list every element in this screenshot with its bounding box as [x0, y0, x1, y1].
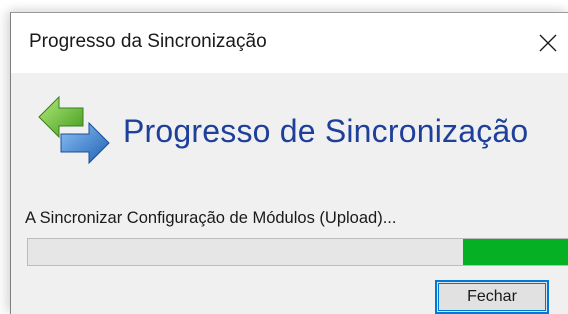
window-title: Progresso da Sincronização — [29, 31, 267, 52]
sync-arrows-icon — [38, 95, 110, 165]
status-message: A Sincronizar Configuração de Módulos (U… — [25, 209, 397, 227]
close-button-label: Fechar — [467, 288, 517, 305]
header-title: Progresso de Sincronização — [123, 113, 529, 149]
title-bar: Progresso da Sincronização — [11, 13, 568, 73]
window-close-button[interactable] — [527, 23, 568, 63]
sync-progress-dialog: Progresso da Sincronização Progresso de … — [10, 12, 568, 314]
dialog-body: Progresso de Sincronização A Sincronizar… — [11, 73, 568, 314]
close-icon — [539, 34, 557, 52]
progress-fill — [463, 239, 568, 265]
progress-bar — [27, 238, 568, 266]
close-button[interactable]: Fechar — [435, 280, 549, 314]
